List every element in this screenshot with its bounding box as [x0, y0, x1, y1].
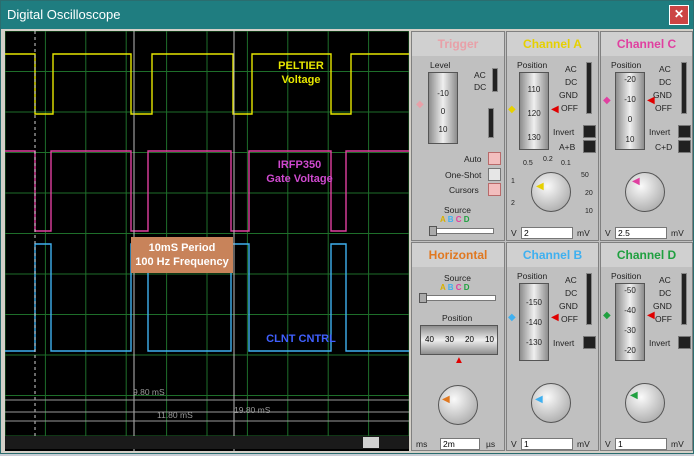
channel-c-title: Channel C [601, 32, 692, 56]
channel-d-section: Channel D Position -50 -40 -30 -20 ◆ ◀ A… [600, 242, 693, 451]
channel-b-position-icon: ◆ [508, 312, 516, 323]
level-indicator-icon: ◆ [416, 99, 424, 110]
channel-b-volts-input[interactable]: 1 [521, 438, 573, 450]
channel-a-sum-toggle[interactable] [583, 140, 596, 153]
timebase-input[interactable]: 2m [440, 438, 480, 450]
control-panel: Trigger Level -10 0 10 ◆ AC DC Auto One-… [411, 31, 693, 451]
channel-d-title: Channel D [601, 243, 692, 267]
channel-a-volts-dial[interactable]: ◀ [531, 172, 571, 212]
channel-d-invert-toggle[interactable] [678, 336, 691, 349]
channel-c-sum-toggle[interactable] [678, 140, 691, 153]
channel-a-position-knob[interactable]: 110 120 130 [519, 72, 549, 150]
channel-b-title: Channel B [507, 243, 598, 267]
close-button[interactable]: ✕ [669, 5, 689, 25]
oneshot-toggle[interactable] [488, 168, 501, 181]
oscilloscope-window: Digital Oscilloscope ✕ PELTIER Voltage I… [0, 0, 694, 454]
channel-b-volts-dial[interactable]: ◀ [531, 383, 571, 423]
horizontal-marker-icon: ▲ [454, 355, 464, 366]
channel-a-title: Channel A [507, 32, 598, 56]
channel-c-volts-input[interactable]: 2.5 [615, 227, 667, 239]
auto-toggle[interactable] [488, 152, 501, 165]
timebase-dial[interactable]: ◀ [438, 385, 478, 425]
channel-d-marker-icon: ◀ [647, 310, 655, 321]
horizontal-section: Horizontal Source A B C D Position 40 30… [411, 242, 505, 451]
cursors-toggle[interactable] [488, 183, 501, 196]
trigger-section: Trigger Level -10 0 10 ◆ AC DC Auto One-… [411, 31, 505, 241]
title-bar[interactable]: Digital Oscilloscope ✕ [1, 1, 693, 29]
channel-d-volts-input[interactable]: 1 [615, 438, 667, 450]
channel-c-section: Channel C Position -20 -10 0 10 ◆ ◀ AC D… [600, 31, 693, 241]
channel-d-position-icon: ◆ [603, 310, 611, 321]
channel-c-position-knob[interactable]: -20 -10 0 10 [615, 72, 645, 150]
scope-display[interactable]: PELTIER Voltage IRFP350 Gate Voltage 10m… [4, 30, 410, 451]
channel-b-section: Channel B Position -150 -140 -130 ◆ ◀ AC… [506, 242, 599, 451]
trigger-source-letters: A B C D [440, 215, 470, 224]
irfp-label: IRFP350 Gate Voltage [266, 159, 333, 185]
channel-b-invert-toggle[interactable] [583, 336, 596, 349]
channel-d-position-knob[interactable]: -50 -40 -30 -20 [615, 283, 645, 361]
clnt-label: CLNT CNTRL [266, 333, 336, 345]
channel-c-invert-toggle[interactable] [678, 125, 691, 138]
channel-c-volts-dial[interactable]: ◀ [625, 172, 665, 212]
measurement-3: 19.80 mS [234, 405, 271, 415]
horizontal-position-knob[interactable]: 40 30 20 10 [420, 325, 498, 355]
trigger-coupling-switch[interactable] [492, 68, 498, 92]
channel-a-coupling-switch[interactable] [586, 62, 592, 114]
channel-d-coupling-switch[interactable] [681, 273, 687, 325]
level-knob[interactable]: -10 0 10 [428, 72, 458, 144]
window-title: Digital Oscilloscope [7, 7, 121, 22]
measurement-2: 11.80 mS [157, 410, 193, 420]
peltier-label: PELTIER Voltage [278, 60, 324, 86]
horizontal-title: Horizontal [412, 243, 504, 267]
channel-a-section: Channel A Position 110 120 130 ◆ ◀ AC DC… [506, 31, 599, 241]
level-label: Level [430, 60, 451, 70]
channel-a-invert-toggle[interactable] [583, 125, 596, 138]
trigger-title: Trigger [412, 32, 504, 56]
channel-b-coupling-switch[interactable] [586, 273, 592, 325]
channel-a-marker-icon: ◀ [551, 104, 559, 115]
channel-b-position-knob[interactable]: -150 -140 -130 [519, 283, 549, 361]
channel-b-marker-icon: ◀ [551, 312, 559, 323]
horizontal-source-slider[interactable] [419, 293, 496, 303]
trigger-source-slider[interactable] [429, 226, 494, 236]
scrollbar-thumb [363, 437, 379, 448]
period-label: 10mS Period 100 Hz Frequency [135, 242, 229, 268]
scrollbar-track [5, 436, 409, 449]
horizontal-source-letters: A B C D [440, 283, 470, 292]
measurement-1: 9.80 mS [133, 387, 165, 397]
trigger-edge-switch[interactable] [488, 108, 494, 138]
channel-c-position-icon: ◆ [603, 95, 611, 106]
channel-d-volts-dial[interactable]: ◀ [625, 383, 665, 423]
channel-a-volts-input[interactable]: 2 [521, 227, 573, 239]
channel-c-coupling-switch[interactable] [681, 62, 687, 114]
channel-a-position-icon: ◆ [508, 104, 516, 115]
